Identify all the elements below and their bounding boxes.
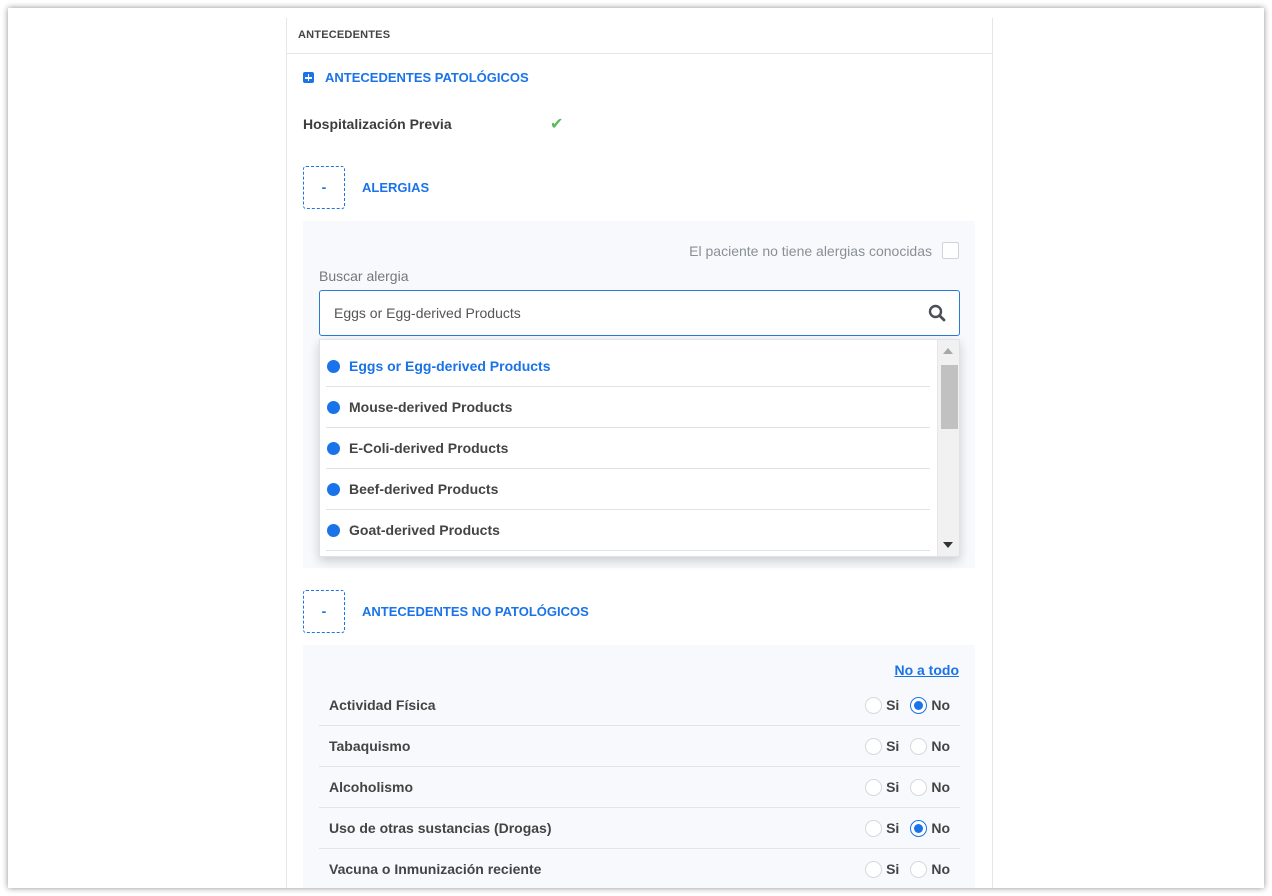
radio-no-label: No xyxy=(931,697,950,713)
screenshot-frame: ANTECEDENTES ANTECEDENTES PATOLÓGICOS Ho… xyxy=(8,8,1264,888)
bullet-dot-icon xyxy=(327,359,340,373)
allergy-result-label: Mouse-derived Products xyxy=(349,399,513,415)
plus-square-icon xyxy=(303,72,314,83)
allergy-result-label: E-Coli-derived Products xyxy=(349,440,509,456)
radio-no[interactable] xyxy=(910,778,928,796)
radio-no-label: No xyxy=(931,779,950,795)
radio-no-label: No xyxy=(931,738,950,754)
search-icon[interactable] xyxy=(928,304,946,322)
radio-si-label: Si xyxy=(886,779,900,795)
allergy-result-label: Beef-derived Products xyxy=(349,481,499,497)
no-patologicos-section: No a todo Actividad Física Si No Tabaqui… xyxy=(303,645,975,888)
question-row: Alcoholismo Si No xyxy=(319,767,960,808)
search-allergy-input[interactable] xyxy=(319,290,960,336)
radio-si[interactable] xyxy=(865,819,883,837)
question-row: Tabaquismo Si No xyxy=(319,726,960,767)
antecedentes-patologicos-link[interactable]: ANTECEDENTES PATOLÓGICOS xyxy=(303,70,529,85)
no-known-allergies-checkbox[interactable] xyxy=(942,242,959,259)
alergias-collapse-button[interactable]: - xyxy=(303,166,345,209)
question-label: Alcoholismo xyxy=(329,779,414,795)
radio-no[interactable] xyxy=(910,696,928,714)
allergy-result-item[interactable]: Goat-derived Products xyxy=(326,510,930,551)
question-row: Actividad Física Si No xyxy=(319,685,960,726)
no-patologicos-collapse-button[interactable]: - xyxy=(303,590,345,633)
question-label: Uso de otras sustancias (Drogas) xyxy=(329,820,552,836)
search-allergy-label: Buscar alergia xyxy=(319,268,409,284)
radio-si[interactable] xyxy=(865,778,883,796)
allergy-result-item[interactable]: E-Coli-derived Products xyxy=(326,428,930,469)
bullet-dot-icon xyxy=(327,400,340,414)
yes-no-radio-group: Si No xyxy=(865,819,950,837)
radio-si-label: Si xyxy=(886,738,900,754)
allergy-result-item[interactable]: Beef-derived Products xyxy=(326,469,930,510)
allergy-result-item[interactable]: Mouse-derived Products xyxy=(326,387,930,428)
allergy-results-dropdown: Eggs or Egg-derived Products Mouse-deriv… xyxy=(319,339,960,557)
hospitalizacion-label: Hospitalización Previa xyxy=(303,116,452,132)
radio-no[interactable] xyxy=(910,860,928,878)
question-row: Uso de otras sustancias (Drogas) Si No xyxy=(319,808,960,849)
question-row: Vacuna o Inmunización reciente Si No xyxy=(319,849,960,888)
radio-si[interactable] xyxy=(865,737,883,755)
dropdown-scrollbar[interactable] xyxy=(937,340,959,556)
radio-si-label: Si xyxy=(886,861,900,877)
allergy-result-label: Eggs or Egg-derived Products xyxy=(349,358,551,374)
no-patologicos-title[interactable]: ANTECEDENTES NO PATOLÓGICOS xyxy=(362,604,589,619)
antecedentes-panel: ANTECEDENTES ANTECEDENTES PATOLÓGICOS Ho… xyxy=(286,18,993,888)
yes-no-radio-group: Si No xyxy=(865,696,950,714)
alergias-section: El paciente no tiene alergias conocidas … xyxy=(303,221,975,568)
panel-header: ANTECEDENTES xyxy=(287,18,992,54)
no-a-todo-link[interactable]: No a todo xyxy=(894,662,959,678)
allergy-result-item[interactable]: Eggs or Egg-derived Products xyxy=(326,346,930,387)
radio-no[interactable] xyxy=(910,737,928,755)
radio-si-label: Si xyxy=(886,820,900,836)
yes-no-radio-group: Si No xyxy=(865,778,950,796)
radio-no-label: No xyxy=(931,820,950,836)
alergias-title[interactable]: ALERGIAS xyxy=(362,180,429,195)
bullet-dot-icon xyxy=(327,482,340,496)
radio-si[interactable] xyxy=(865,860,883,878)
question-label: Vacuna o Inmunización reciente xyxy=(329,861,542,877)
scrollbar-thumb[interactable] xyxy=(941,365,958,429)
bullet-dot-icon xyxy=(327,523,340,537)
no-known-allergies-label: El paciente no tiene alergias conocidas xyxy=(689,242,932,259)
radio-si[interactable] xyxy=(865,696,883,714)
no-known-allergies-option[interactable]: El paciente no tiene alergias conocidas xyxy=(689,242,959,259)
allergy-result-label: Goat-derived Products xyxy=(349,522,500,538)
scroll-down-arrow-icon[interactable] xyxy=(943,542,953,548)
question-label: Actividad Física xyxy=(329,697,436,713)
radio-si-label: Si xyxy=(886,697,900,713)
bullet-dot-icon xyxy=(327,441,340,455)
yes-no-radio-group: Si No xyxy=(865,737,950,755)
antecedentes-patologicos-title: ANTECEDENTES PATOLÓGICOS xyxy=(325,70,529,85)
question-label: Tabaquismo xyxy=(329,738,411,754)
yes-no-radio-group: Si No xyxy=(865,860,950,878)
check-icon: ✔ xyxy=(550,116,564,133)
radio-no-label: No xyxy=(931,861,950,877)
scroll-up-arrow-icon[interactable] xyxy=(943,348,953,354)
radio-no[interactable] xyxy=(910,819,928,837)
